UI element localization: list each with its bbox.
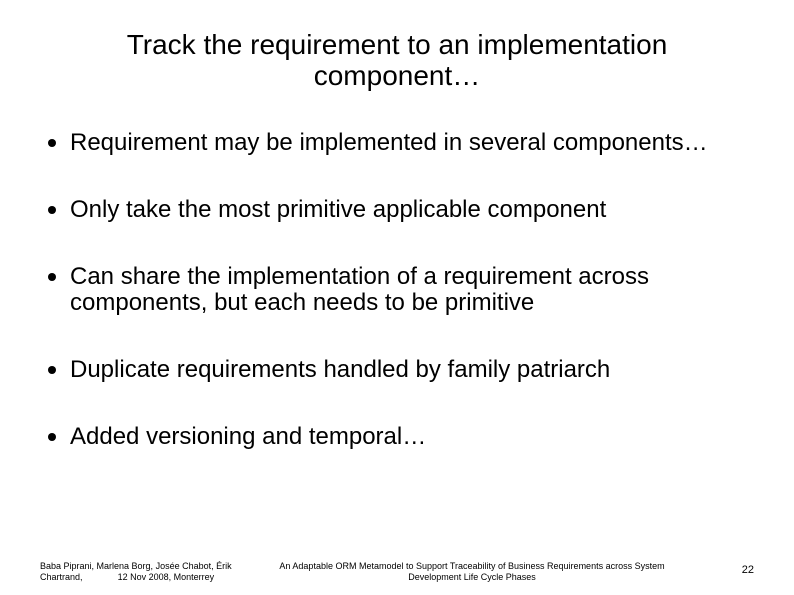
bullet-item: Requirement may be implemented in severa… [40, 130, 754, 155]
bullet-item: Duplicate requirements handled by family… [40, 357, 754, 382]
footer-left: Baba Piprani, Marlena Borg, Josée Chabot… [40, 561, 260, 583]
slide-content: Requirement may be implemented in severa… [40, 130, 754, 491]
bullet-item: Added versioning and temporal… [40, 424, 754, 449]
footer-center: An Adaptable ORM Metamodel to Support Tr… [262, 561, 682, 583]
slide: Track the requirement to an implementati… [0, 0, 794, 595]
bullet-item: Can share the implementation of a requir… [40, 264, 754, 314]
bullet-item: Only take the most primitive applicable … [40, 197, 754, 222]
bullet-list: Requirement may be implemented in severa… [40, 130, 754, 449]
footer-page-number: 22 [742, 564, 754, 577]
slide-title: Track the requirement to an implementati… [60, 30, 734, 92]
footer-date-place: 12 Nov 2008, Monterrey [118, 572, 215, 582]
